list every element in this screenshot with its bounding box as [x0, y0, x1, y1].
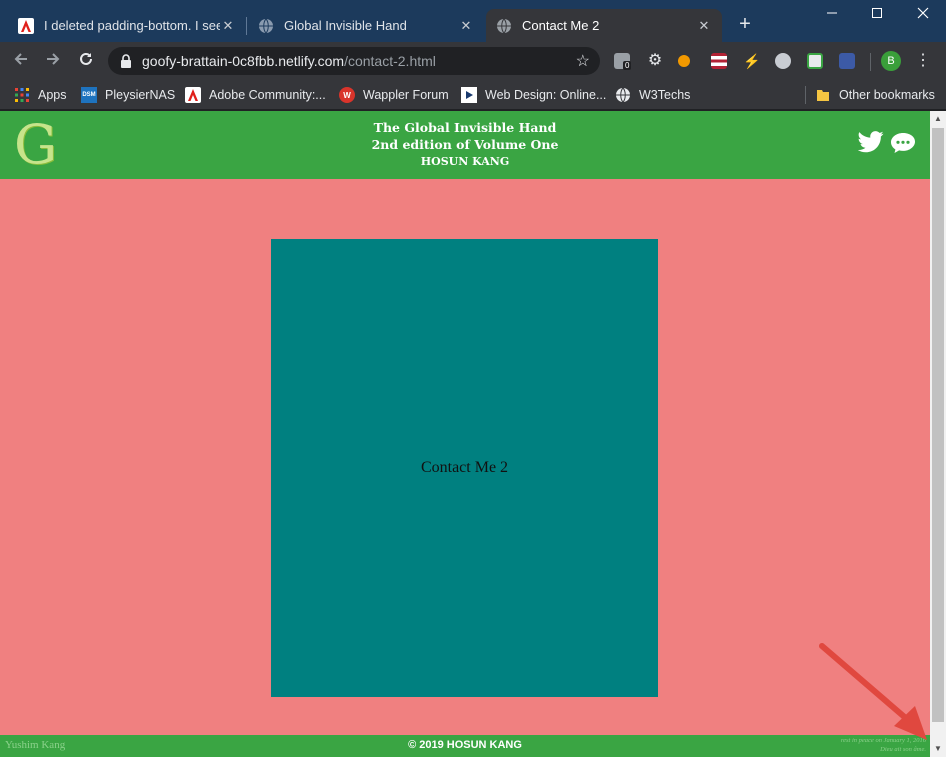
bookmark-star-icon[interactable]: ☆ — [576, 51, 590, 71]
bookmark-label: Other bookmarks — [839, 88, 935, 102]
wappler-icon: W — [339, 87, 355, 103]
other-bookmarks-folder[interactable]: Other bookmarks — [815, 85, 935, 105]
site-logo[interactable]: G — [14, 116, 66, 174]
bookmark-adobe-community[interactable]: Adobe Community:... — [185, 85, 326, 105]
tab-contact-me-2[interactable]: Contact Me 2 ✕ — [486, 9, 722, 42]
bookmark-label: W3Techs — [639, 88, 691, 102]
bookmark-web-design-online[interactable]: Web Design: Online... — [461, 85, 606, 105]
tab-title: I deleted padding-bottom. I see — [44, 18, 220, 33]
extension-sheet-icon[interactable] — [807, 53, 823, 69]
extension-gear-icon[interactable]: ⚙ — [647, 53, 663, 69]
site-title-block: The Global Invisible Hand 2nd edition of… — [315, 119, 615, 170]
url-path: /contact-2.html — [344, 53, 436, 69]
bookmark-label: Apps — [38, 88, 67, 102]
scrollbar-thumb[interactable] — [932, 128, 944, 722]
scroll-down-arrow-icon[interactable]: ▼ — [930, 741, 946, 757]
extension-u-icon[interactable] — [839, 53, 855, 69]
bookmark-label: Wappler Forum — [363, 88, 449, 102]
address-bar[interactable]: goofy-brattain-0c8fbb.netlify.com/contac… — [108, 47, 600, 75]
bookmark-label: Web Design: Online... — [485, 88, 607, 102]
dsm-icon: DSM — [81, 87, 97, 103]
globe-icon — [258, 18, 274, 34]
globe-icon — [496, 18, 512, 34]
close-tab-icon[interactable]: ✕ — [220, 18, 236, 34]
bookmark-apps[interactable]: Apps — [14, 85, 67, 105]
twitter-icon[interactable] — [857, 131, 884, 158]
bookmarks-divider — [805, 86, 806, 104]
profile-avatar[interactable]: B — [881, 51, 901, 71]
back-button[interactable] — [10, 50, 32, 72]
url-host: goofy-brattain-0c8fbb.netlify.com — [142, 53, 345, 69]
url-text: goofy-brattain-0c8fbb.netlify.com/contac… — [142, 53, 436, 69]
browser-toolbar: goofy-brattain-0c8fbb.netlify.com/contac… — [0, 42, 946, 80]
extension-bolt-icon[interactable]: ⚡ — [743, 53, 760, 69]
minimize-icon[interactable] — [817, 6, 847, 22]
site-author: HOSUN KANG — [420, 155, 510, 168]
close-tab-icon[interactable]: ✕ — [696, 18, 712, 34]
extension-puzzle-icon[interactable] — [775, 53, 791, 69]
tab-title: Global Invisible Hand — [284, 18, 407, 33]
contact-box-text: Contact Me 2 — [420, 459, 509, 476]
tab-divider — [246, 17, 247, 35]
close-window-icon[interactable] — [908, 6, 938, 22]
extension-flag-icon[interactable] — [711, 53, 727, 69]
site-subtitle: 2nd edition of Volume One — [371, 137, 559, 152]
extension-badge: 0 — [623, 61, 632, 70]
chat-bubble-icon[interactable] — [890, 132, 916, 159]
extension-shield-icon[interactable]: 0 — [614, 53, 632, 70]
footer-copyright: © 2019 HOSUN KANG — [408, 739, 522, 751]
site-footer: Yushim Kang © 2019 HOSUN KANG rest in pe… — [0, 735, 930, 757]
bookmark-pleysiernas[interactable]: DSM PleysierNAS — [81, 85, 175, 105]
apps-grid-icon — [14, 87, 30, 103]
adobe-icon — [18, 17, 34, 34]
forward-button[interactable] — [42, 50, 64, 72]
new-tab-button[interactable]: + — [734, 13, 756, 36]
tab-deleted-padding[interactable]: I deleted padding-bottom. I see ✕ — [8, 9, 246, 42]
scroll-up-arrow-icon[interactable]: ▲ — [930, 111, 946, 127]
bookmark-label: Adobe Community:... — [209, 88, 326, 102]
bookmark-wappler-forum[interactable]: W Wappler Forum — [339, 85, 449, 105]
globe-icon — [615, 87, 631, 103]
page-viewport: G The Global Invisible Hand 2nd edition … — [0, 111, 930, 757]
close-tab-icon[interactable]: ✕ — [458, 18, 474, 34]
bookmark-w3techs[interactable]: W3Techs — [615, 85, 690, 105]
site-title: The Global Invisible Hand — [373, 120, 557, 135]
page-scrollbar[interactable]: ▲ ▼ — [930, 111, 946, 757]
folder-icon — [815, 87, 831, 103]
annotation-arrow-icon — [819, 643, 927, 740]
maximize-icon[interactable] — [862, 6, 892, 22]
contact-box: Contact Me 2 — [271, 239, 658, 697]
menu-kebab-icon[interactable]: ⋮ — [915, 50, 931, 70]
toolbar-divider — [870, 53, 871, 71]
lock-icon — [120, 54, 132, 73]
tab-title: Contact Me 2 — [522, 18, 600, 33]
site-header: G The Global Invisible Hand 2nd edition … — [0, 111, 930, 179]
extension-key-icon[interactable] — [678, 55, 690, 67]
browser-titlebar: I deleted padding-bottom. I see ✕ Global… — [0, 0, 946, 42]
reload-button[interactable] — [75, 50, 97, 72]
tab-global-invisible-hand[interactable]: Global Invisible Hand ✕ — [248, 9, 484, 42]
video-icon — [461, 87, 477, 103]
bookmark-label: PleysierNAS — [105, 88, 176, 102]
adobe-icon — [185, 87, 201, 103]
